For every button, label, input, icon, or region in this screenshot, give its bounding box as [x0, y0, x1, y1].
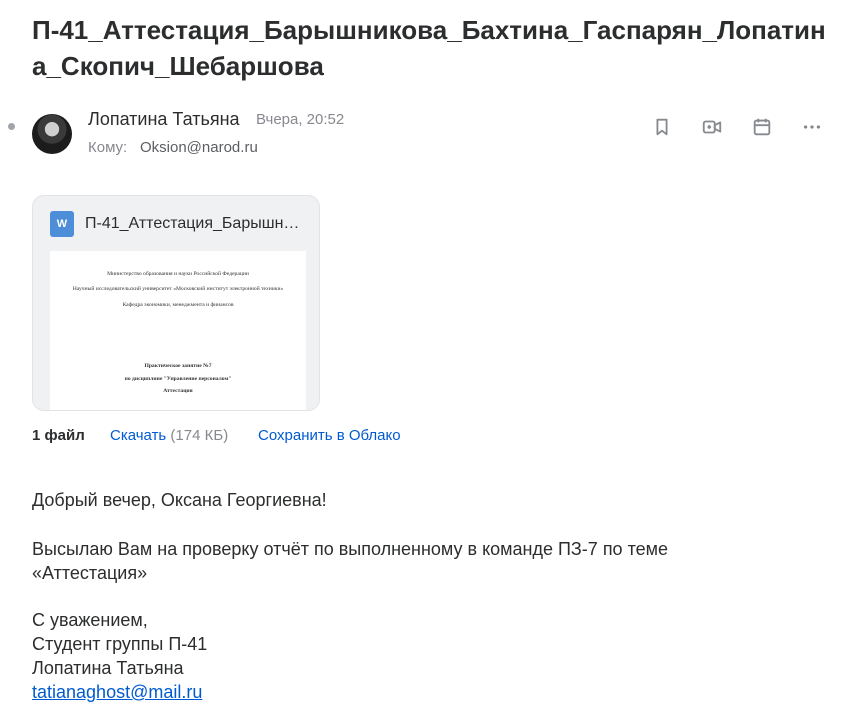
body-line: Высылаю Вам на проверку отчёт по выполне…: [32, 539, 669, 559]
signature-name: Лопатина Татьяна: [32, 658, 184, 678]
preview-line: Научный исследовательский университет «М…: [72, 286, 284, 292]
message-subject: П-41_Аттестация_Барышникова_Бахтина_Гасп…: [32, 15, 826, 81]
signoff: С уважением,: [32, 610, 148, 630]
download-button[interactable]: Скачать (174 КБ): [110, 427, 228, 444]
preview-line: Министерство образования и науки Российс…: [107, 271, 249, 277]
signature-email-line: tatianaghost@mail.ru: [32, 680, 202, 704]
recipient-address[interactable]: Oksion@narod.ru: [140, 139, 258, 156]
download-label[interactable]: Скачать: [110, 427, 166, 444]
greeting: Добрый вечер, Оксана Георгиевна!: [32, 490, 327, 510]
preview-line: Кафедра экономики, менеджмента и финансо…: [122, 302, 234, 308]
preview-line: Аттестация: [163, 388, 193, 394]
document-preview[interactable]: Министерство образования и науки Российс…: [50, 251, 306, 410]
word-file-icon: W: [50, 211, 74, 237]
file-count: 1 файл: [32, 427, 85, 444]
file-size: (174 КБ): [170, 427, 229, 444]
body-line: «Аттестация»: [32, 563, 148, 583]
more-icon[interactable]: [799, 114, 825, 140]
video-call-icon[interactable]: [699, 114, 725, 140]
bookmark-icon[interactable]: [649, 114, 675, 140]
calendar-icon[interactable]: [749, 114, 775, 140]
preview-line: по дисциплине "Управление персоналом": [124, 376, 232, 382]
signature-email-link[interactable]: tatianaghost@mail.ru: [32, 682, 202, 702]
preview-line: Практическое занятие №7: [144, 363, 212, 369]
avatar[interactable]: [32, 114, 72, 154]
signature-group: Студент группы П-41: [32, 634, 208, 654]
sender-name[interactable]: Лопатина Татьяна: [88, 109, 240, 130]
sent-time: Вчера, 20:52: [256, 111, 345, 128]
attachment-file-name[interactable]: П-41_Аттестация_Барышн…: [85, 215, 307, 233]
unread-indicator[interactable]: [8, 123, 15, 130]
attachments-summary: 1 файл Скачать (174 КБ) Сохранить в Обла…: [32, 427, 401, 444]
save-to-cloud-button[interactable]: Сохранить в Облако: [258, 427, 401, 444]
attachment-card[interactable]: W П-41_Аттестация_Барышн… Министерство о…: [32, 195, 320, 411]
recipient-label: Кому:: [88, 139, 128, 156]
